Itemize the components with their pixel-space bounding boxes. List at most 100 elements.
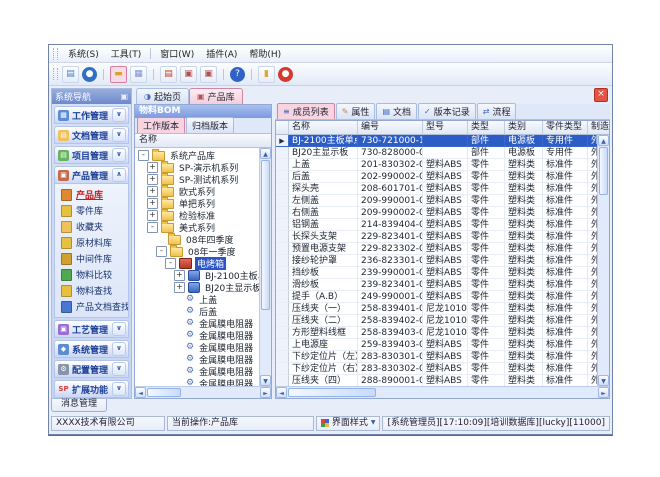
toolbar-grip[interactable]: [53, 68, 58, 80]
folder-browse-icon[interactable]: ▬: [110, 66, 127, 83]
column-header-1[interactable]: 编号: [358, 121, 423, 134]
sidebar-section-header-extension-functions[interactable]: SP扩展功能∨: [54, 380, 129, 398]
member-tab-version-history[interactable]: ✓版本记录: [418, 103, 476, 119]
table-row[interactable]: 铝钢盖214-839404-01X塑料ABS零件塑料类标准件外协条: [276, 219, 597, 231]
tree-node[interactable]: ⚙金属膜电阻器: [135, 365, 259, 377]
sidebar-item-material-search[interactable]: 物料查找: [61, 284, 128, 297]
tree-node[interactable]: -电烤箱: [135, 257, 259, 269]
member-tab-properties[interactable]: ✎属性: [336, 103, 376, 119]
tree-node[interactable]: +SP-测试机系列: [135, 173, 259, 185]
sidebar-section-chevron-process-management[interactable]: ∨: [112, 322, 126, 336]
tree-node[interactable]: -系统产品库: [135, 149, 259, 161]
document-delete-icon[interactable]: ▤: [160, 66, 177, 83]
sidebar-section-chevron-system-management[interactable]: ∨: [112, 342, 126, 356]
scroll-right-icon[interactable]: ►: [598, 387, 609, 398]
tree-node[interactable]: ⚙金属膜电阻器: [135, 341, 259, 353]
tree-expander-icon[interactable]: +: [174, 282, 185, 293]
member-tab-member-list[interactable]: ≡成员列表: [277, 103, 335, 119]
table-hscroll[interactable]: ◄ ►: [276, 386, 609, 398]
tree-expander-icon[interactable]: +: [147, 210, 158, 221]
scroll-down-icon[interactable]: ▼: [598, 375, 609, 386]
tree-expander-icon[interactable]: +: [147, 186, 158, 197]
tab-close-icon[interactable]: ×: [594, 88, 608, 102]
scroll-down-icon[interactable]: ▼: [260, 375, 271, 386]
bom-tree-vscroll[interactable]: ▲ ▼: [259, 148, 271, 386]
sidebar-section-header-document-management[interactable]: ▤文档管理∨: [54, 126, 129, 144]
globe-icon[interactable]: ●: [82, 67, 97, 82]
table-row[interactable]: 压线夹（一）258-839401-00X尼龙1010零件塑料类标准件外协条: [276, 303, 597, 315]
bom-tab-archived-version[interactable]: 归档版本: [186, 117, 234, 133]
bom-column-header[interactable]: 名称: [135, 134, 271, 148]
scroll-right-icon[interactable]: ►: [260, 387, 271, 398]
exit-icon[interactable]: ●: [278, 67, 293, 82]
column-header-2[interactable]: 型号: [423, 121, 468, 134]
scrollbar-thumb[interactable]: [147, 388, 181, 397]
scrollbar-track[interactable]: [260, 311, 271, 375]
sidebar-item-parts-library[interactable]: 零件库: [61, 204, 128, 217]
scroll-up-icon[interactable]: ▲: [598, 135, 609, 146]
tree-node[interactable]: 08年四季度: [135, 233, 259, 245]
tree-expander-icon[interactable]: -: [165, 258, 176, 269]
tree-expander-icon[interactable]: +: [147, 198, 158, 209]
sidebar-pin-icon[interactable]: ▣: [120, 92, 128, 101]
sidebar-section-chevron-extension-functions[interactable]: ∨: [112, 382, 126, 396]
sidebar-section-header-system-management[interactable]: ◆系统管理∨: [54, 340, 129, 358]
menu-item-tools[interactable]: 工具(T): [105, 46, 148, 61]
tree-node[interactable]: +检验标准: [135, 209, 259, 221]
table-row[interactable]: 探头壳208-601701-01X塑料ABS零件塑料类标准件外协条: [276, 183, 597, 195]
table-row[interactable]: 上盖201-830302-00X塑料ABS零件塑料类标准件外协条: [276, 159, 597, 171]
help-icon[interactable]: ?: [230, 67, 245, 82]
sidebar-section-header-work-management[interactable]: ▦工作管理∨: [54, 106, 129, 124]
scrollbar-track[interactable]: [598, 196, 609, 375]
column-header-3[interactable]: 类型: [468, 121, 505, 134]
tree-node[interactable]: +BJ20主显示板: [135, 281, 259, 293]
menubar-grip[interactable]: [53, 48, 58, 60]
tree-node[interactable]: +BJ-2100主板单点: [135, 269, 259, 281]
sidebar-item-raw-material-library[interactable]: 原材料库: [61, 236, 128, 249]
table-row[interactable]: 接纱轮护罩236-823301-00X塑料ABS零件塑料类标准件外协条: [276, 255, 597, 267]
table-row[interactable]: 压线夹（四）288-890001-00X塑料ABS零件塑料类标准件外协条: [276, 375, 597, 386]
tree-node[interactable]: ⚙金属膜电阻器: [135, 317, 259, 329]
column-header-0[interactable]: 名称: [289, 121, 358, 134]
computer-icon[interactable]: ▤: [62, 66, 79, 83]
scrollbar-thumb[interactable]: [261, 160, 270, 310]
table-row[interactable]: 下纱定位片（右）283-830302-00X塑料ABS零件塑料类标准件外协条: [276, 363, 597, 375]
column-header-5[interactable]: 零件类型: [543, 121, 588, 134]
bom-tab-working-version[interactable]: 工作版本: [137, 117, 185, 133]
table-view-icon[interactable]: ▦: [130, 66, 147, 83]
lock-icon[interactable]: ▮: [258, 66, 275, 83]
table-row[interactable]: 长探头支架229-823401-00X塑料ABS零件塑料类标准件外协条: [276, 231, 597, 243]
scroll-left-icon[interactable]: ◄: [135, 387, 146, 398]
tab-product-library[interactable]: ▣产品库: [189, 88, 243, 104]
window-check-out-icon[interactable]: ▣: [200, 66, 217, 83]
tree-node[interactable]: ⚙后盖: [135, 305, 259, 317]
table-row[interactable]: ▶BJ-2100主板单点730-721000-12X部件电源板专用件外协颗: [276, 135, 597, 147]
table-row[interactable]: 提手（A.B）249-990001-01X塑料ABS零件塑料类标准件外协条: [276, 291, 597, 303]
scrollbar-thumb[interactable]: [288, 388, 376, 397]
tree-node[interactable]: ⚙金属膜电阻器: [135, 329, 259, 341]
sidebar-section-header-product-management[interactable]: ▣产品管理∧: [54, 166, 129, 184]
table-vscroll[interactable]: ▲ ▼: [597, 135, 609, 386]
sidebar-item-intermediate-library[interactable]: 中间件库: [61, 252, 128, 265]
tree-node[interactable]: ⚙金属膜电阻器: [135, 377, 259, 386]
sidebar-section-chevron-project-management[interactable]: ∨: [112, 148, 126, 162]
ui-style-selector[interactable]: 界面样式 ▼: [316, 416, 381, 431]
table-row[interactable]: BJ20主显示板730-828000-04X部件电源板专用件外协颗: [276, 147, 597, 159]
table-row[interactable]: 压线夹（二）258-839402-00X尼龙1010零件塑料类标准件外协条: [276, 315, 597, 327]
member-tab-documents[interactable]: ▤文档: [376, 103, 417, 119]
menu-item-help[interactable]: 帮助(H): [243, 46, 287, 61]
table-row[interactable]: 滑纱板239-823401-00X塑料ABS零件塑料类标准件外协条: [276, 279, 597, 291]
scroll-up-icon[interactable]: ▲: [260, 148, 271, 159]
menu-item-system[interactable]: 系统(S): [62, 46, 105, 61]
table-row[interactable]: 预置电源支架229-823302-00X塑料ABS零件塑料类标准件外协条: [276, 243, 597, 255]
scrollbar-thumb[interactable]: [599, 147, 608, 195]
sidebar-section-header-config-management[interactable]: ⚙配置管理∨: [54, 360, 129, 378]
table-row[interactable]: 左侧盖209-990001-01X塑料ABS零件塑料类标准件外协条: [276, 195, 597, 207]
column-header-4[interactable]: 类别: [505, 121, 543, 134]
menu-item-plugins[interactable]: 插件(A): [200, 46, 243, 61]
tree-node[interactable]: +单把系列: [135, 197, 259, 209]
message-tab[interactable]: 消息管理: [51, 399, 107, 412]
table-row[interactable]: 下纱定位片（左）283-830301-00X塑料ABS零件塑料类标准件外协条: [276, 351, 597, 363]
sidebar-section-chevron-work-management[interactable]: ∨: [112, 108, 126, 122]
sidebar-section-chevron-product-management[interactable]: ∧: [112, 168, 126, 182]
